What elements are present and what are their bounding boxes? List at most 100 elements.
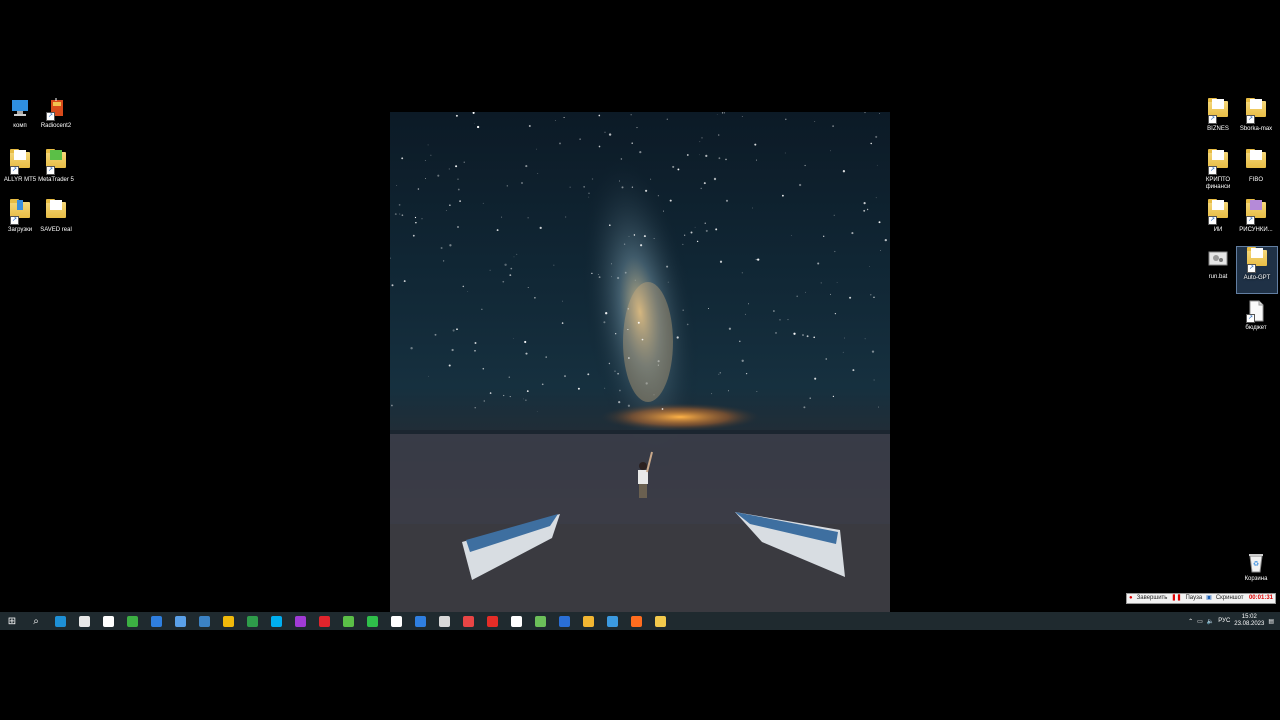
taskbar-app-button[interactable] [576, 612, 600, 630]
star [832, 395, 835, 398]
language-indicator[interactable]: РУС [1218, 618, 1230, 624]
taskbar-app-button[interactable] [120, 612, 144, 630]
taskbar-app-button[interactable] [384, 612, 408, 630]
taskbar-app-button[interactable] [72, 612, 96, 630]
taskbar-app-button[interactable] [144, 612, 168, 630]
taskbar-app-button[interactable] [240, 612, 264, 630]
system-tray: ⌃ ▭ 🔈 РУС 15:02 23.08.2023 ▤ [1188, 612, 1280, 630]
taskbar-app-button[interactable] [360, 612, 384, 630]
star [690, 231, 693, 234]
taskbar-app-button[interactable] [168, 612, 192, 630]
star [752, 207, 753, 209]
volume-icon[interactable]: 🔈 [1207, 618, 1214, 625]
taskbar-app-button[interactable] [456, 612, 480, 630]
recording-timer: 00:01:31 [1248, 595, 1273, 601]
desktop-icon-run-bat[interactable]: run.bat [1198, 249, 1238, 295]
desktop-icon-komp[interactable]: комп [0, 98, 40, 144]
star [506, 185, 508, 187]
star [615, 333, 617, 335]
taskbar: ⊞ ⌕ ⌃ ▭ 🔈 РУС 15:02 23.08.2023 ▤ [0, 612, 1280, 630]
star [645, 382, 648, 385]
star [878, 221, 881, 224]
star [784, 152, 786, 154]
star [525, 165, 528, 168]
taskbar-app-button[interactable] [48, 612, 72, 630]
taskbar-app-button[interactable] [312, 612, 336, 630]
shortcut-arrow-icon: ↗ [1246, 115, 1255, 124]
desktop-icon-recycle-bin[interactable]: ♻ Корзина [1236, 551, 1276, 597]
star [699, 141, 701, 143]
shortcut-arrow-icon: ↗ [10, 216, 19, 225]
taskbar-app-button[interactable] [480, 612, 504, 630]
icon-label: бюджет [1245, 325, 1267, 331]
desktop-icon-radiocent2[interactable]: ↗ Radiocent2 [36, 98, 76, 144]
taskbar-app-button[interactable] [624, 612, 648, 630]
star [591, 178, 594, 180]
star [396, 185, 398, 187]
star [508, 376, 511, 378]
network-tray-icon[interactable]: ▭ [1197, 618, 1203, 625]
star [403, 280, 406, 283]
clock-date: 23.08.2023 [1234, 621, 1265, 627]
taskbar-app-button[interactable] [336, 612, 360, 630]
star [504, 263, 507, 266]
icon-label: ИИ [1213, 227, 1223, 233]
taskbar-app-button[interactable] [408, 612, 432, 630]
screenshot-button[interactable]: Скриншот [1216, 593, 1244, 604]
desktop-icon-downloads[interactable]: ↗ Загрузки [0, 199, 40, 245]
taskbar-app-button[interactable] [528, 612, 552, 630]
star [744, 313, 746, 315]
taskbar-app-button[interactable] [432, 612, 456, 630]
chevron-up-icon[interactable]: ⌃ [1188, 618, 1193, 625]
star [472, 112, 475, 114]
star [537, 173, 539, 174]
icon-label: run.bat [1208, 274, 1228, 280]
desktop-icon-sborka-max[interactable]: ↗ Sborka-max [1236, 98, 1276, 144]
clock[interactable]: 15:02 23.08.2023 [1234, 614, 1264, 628]
taskbar-app-button[interactable] [552, 612, 576, 630]
star [449, 204, 451, 206]
desktop-icon-saved-real[interactable]: SAVED real [36, 199, 76, 245]
star [608, 362, 611, 365]
desktop-icon-fibo[interactable]: FIBO [1236, 149, 1276, 195]
letterbox-bottom [0, 630, 1280, 720]
shortcut-arrow-icon: ↗ [1208, 166, 1217, 175]
icon-label: ALLYR MT5 [3, 177, 37, 183]
desktop-icon-biznes[interactable]: ↗ BIZNES [1198, 98, 1238, 144]
desktop-icon-ii[interactable]: ↗ ИИ [1198, 199, 1238, 245]
star [417, 188, 420, 190]
notepad-green-icon [342, 615, 354, 627]
search-button[interactable]: ⌕ [24, 612, 48, 630]
folder-icon: ↗ [1245, 98, 1267, 124]
stop-recording-button[interactable]: Завершить [1137, 593, 1168, 604]
star [630, 114, 632, 116]
start-button[interactable]: ⊞ [0, 612, 24, 630]
taskbar-app-button[interactable] [288, 612, 312, 630]
taskbar-app-button[interactable] [192, 612, 216, 630]
star [516, 253, 518, 255]
star [849, 296, 852, 299]
desktop-icon-allyr-mt5[interactable]: ↗ ALLYR MT5 [0, 149, 40, 195]
star [536, 411, 538, 412]
desktop-icon-auto-gpt[interactable]: ↗ Auto-GPT [1236, 246, 1278, 294]
desktop-icon-kripto[interactable]: ↗ КРИПТО финанси [1198, 149, 1238, 195]
taskbar-app-button[interactable] [96, 612, 120, 630]
pause-button[interactable]: Пауза [1185, 593, 1202, 604]
taskbar-app-button[interactable] [648, 612, 672, 630]
star [526, 390, 529, 392]
star [836, 282, 838, 283]
desktop-icon-risunki[interactable]: ↗ РИСУНКИ... [1236, 199, 1276, 245]
record-stop-icon: ● [1129, 595, 1133, 601]
taskbar-app-button[interactable] [600, 612, 624, 630]
desktop-icon-metatrader-5[interactable]: ↗ MetaTrader 5 [36, 149, 76, 195]
star [553, 264, 555, 266]
vpn-plane-icon [174, 615, 186, 627]
taskbar-app-button[interactable] [504, 612, 528, 630]
taskbar-app-button[interactable] [216, 612, 240, 630]
star [510, 267, 513, 270]
taskbar-app-button[interactable] [264, 612, 288, 630]
desktop-icon-budget[interactable]: ↗ бюджет [1236, 300, 1276, 346]
notifications-icon[interactable]: ▤ [1268, 618, 1274, 625]
shortcut-arrow-icon: ↗ [1246, 314, 1255, 323]
star [442, 260, 445, 262]
